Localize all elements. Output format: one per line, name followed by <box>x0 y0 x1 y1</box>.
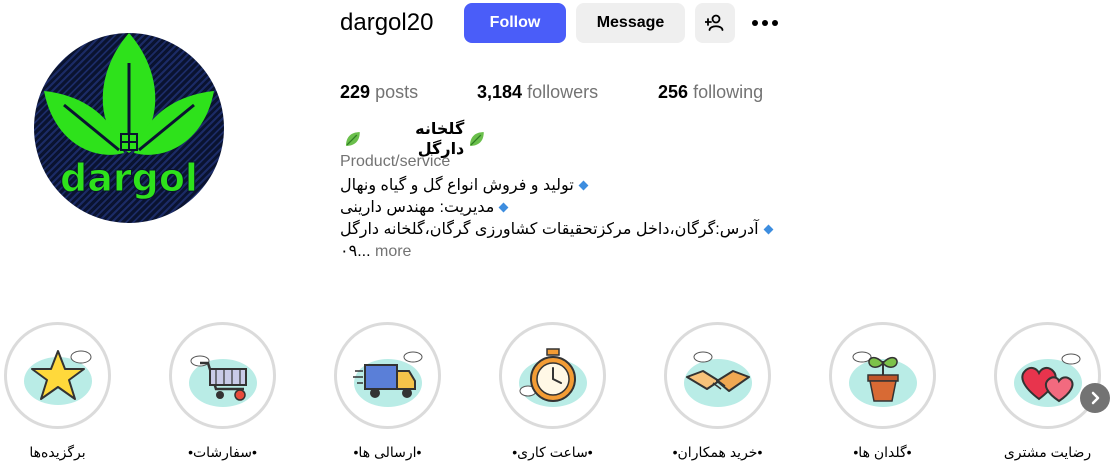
story-highlight[interactable]: •ساعت کاری• <box>495 322 610 461</box>
profile-username: dargol20 <box>340 9 434 36</box>
highlight-label: •سفارشات• <box>188 444 257 460</box>
highlight-cover <box>829 322 936 429</box>
leaf-emoji-icon <box>470 132 485 146</box>
more-options-button[interactable] <box>750 8 780 38</box>
following-label: following <box>693 82 764 102</box>
story-highlight[interactable]: •خرید همکاران• <box>660 322 775 461</box>
shopping-cart-icon <box>188 355 257 407</box>
bio-line: تولید و فروش انواع گل و گیاه ونهال <box>340 175 780 197</box>
highlight-label: •ارسالی ها• <box>353 444 422 460</box>
profile-category: Product/service <box>340 153 451 170</box>
highlight-cover <box>334 322 441 429</box>
posts-count: 229 <box>340 82 371 102</box>
suggest-similar-accounts-button[interactable] <box>695 3 735 43</box>
story-highlight[interactable]: •سفارشات• <box>165 322 280 461</box>
add-person-icon <box>705 14 724 31</box>
blue-diamond-icon <box>578 180 589 191</box>
following-count: 256 <box>658 82 689 102</box>
clock-icon <box>518 347 587 407</box>
bio-truncated-text: ۰۹... <box>340 243 371 260</box>
chevron-right-icon <box>1091 391 1100 405</box>
highlight-label: رضایت مشتری <box>1003 444 1092 460</box>
highlight-cover <box>664 322 771 429</box>
highlight-cover <box>994 322 1101 429</box>
story-highlight[interactable]: برگزیده‌ها <box>0 322 115 461</box>
highlight-cover <box>4 322 111 429</box>
profile-avatar[interactable]: dargol <box>34 33 224 223</box>
posts-label: posts <box>375 82 419 102</box>
followers-stat[interactable]: 3,184 followers <box>477 81 598 103</box>
profile-display-name: گلخانه دارگل <box>340 121 490 158</box>
star-icon <box>23 349 92 405</box>
hearts-icon <box>1013 353 1082 407</box>
highlight-cover <box>169 322 276 429</box>
highlight-label: برگزیده‌ها <box>29 444 86 460</box>
story-highlight[interactable]: •ارسالی ها• <box>330 322 445 461</box>
svg-text:dargol: dargol <box>60 156 198 200</box>
ellipsis-icon <box>752 20 778 26</box>
potted-plant-icon <box>848 351 917 407</box>
message-button[interactable]: Message <box>576 3 685 43</box>
highlight-label: •ساعت کاری• <box>512 444 593 460</box>
bio-line: آدرس:گرگان،داخل مرکزتحقیقات کشاورزی گرگا… <box>340 219 780 241</box>
posts-stat: 229 posts <box>340 81 418 103</box>
bio-more-link[interactable]: more <box>375 243 411 260</box>
followers-label: followers <box>527 82 599 102</box>
blue-diamond-icon <box>498 202 509 213</box>
highlight-label: •خرید همکاران• <box>672 444 763 460</box>
instagram-profile-page: dargol dargol20 Follow Message 229 posts… <box>0 0 1116 465</box>
blue-diamond-icon <box>763 224 774 235</box>
dargol-logo-icon: dargol <box>44 33 214 201</box>
followers-count: 3,184 <box>477 82 523 102</box>
follow-button[interactable]: Follow <box>464 3 566 43</box>
highlights-next-button[interactable] <box>1080 383 1110 413</box>
highlight-label: •گلدان ها• <box>853 444 912 460</box>
leaf-emoji-icon <box>345 132 360 146</box>
highlight-cover <box>499 322 606 429</box>
following-stat[interactable]: 256 following <box>658 81 763 103</box>
story-highlight[interactable]: •گلدان ها• <box>825 322 940 461</box>
bio-line: مدیریت: مهندس دارینی <box>340 197 780 219</box>
bio-truncated-line: ۰۹... more <box>340 241 411 263</box>
delivery-truck-icon <box>352 351 422 407</box>
handshake-icon <box>683 351 752 407</box>
